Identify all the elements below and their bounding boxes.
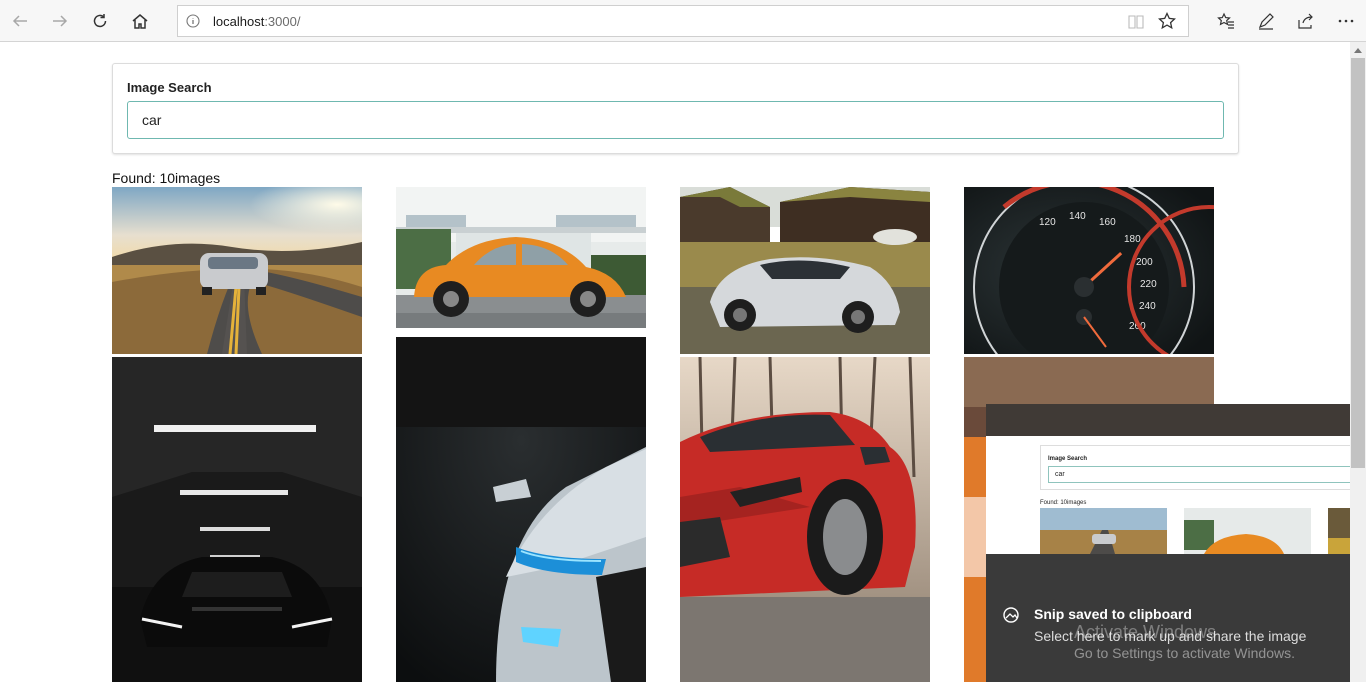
chevron-up-icon: [1354, 48, 1362, 53]
svg-text:180: 180: [1124, 234, 1141, 245]
snip-preview[interactable]: Image Search car Found: 10images: [986, 404, 1350, 554]
snip-title: Snip saved to clipboard: [1034, 606, 1192, 622]
notes-button[interactable]: [1256, 11, 1276, 31]
search-label: Image Search: [127, 80, 212, 95]
mini-image-beetle: [1184, 508, 1311, 554]
dark-garage-car-photo: [112, 357, 362, 682]
refresh-button[interactable]: [88, 9, 112, 33]
snip-preview-page: Image Search car Found: 10images: [986, 436, 1350, 554]
mini-results-count: Found: 10images: [1040, 500, 1087, 506]
mini-search-input: car: [1048, 466, 1350, 483]
svg-text:120: 120: [1039, 217, 1056, 228]
search-input[interactable]: [127, 101, 1224, 139]
pen-icon: [1258, 13, 1274, 30]
image-white-sports-car[interactable]: [680, 187, 930, 354]
favorites-button[interactable]: [1216, 11, 1236, 31]
snip-sketch-icon: [1003, 607, 1019, 623]
refresh-icon: [93, 14, 107, 28]
white-audi-headlight-photo: [396, 337, 646, 682]
scrollbar-thumb[interactable]: [1351, 58, 1365, 468]
url-host: localhost: [213, 14, 265, 29]
favorites-list-icon: [1217, 12, 1234, 29]
svg-text:220: 220: [1140, 279, 1157, 290]
road-car-sunset-photo: [112, 187, 362, 354]
image-white-audi-headlight[interactable]: [396, 337, 646, 682]
favorite-star-icon[interactable]: [1158, 12, 1176, 30]
image-red-hatchback[interactable]: [680, 357, 930, 682]
share-icon: [1298, 13, 1313, 29]
address-bar[interactable]: localhost:3000/: [177, 5, 1189, 37]
more-dots-icon: [1338, 19, 1354, 23]
image-speedometer[interactable]: 120 140 160 180 200 220 240 260: [964, 187, 1214, 354]
red-hatchback-photo: [680, 357, 930, 682]
orange-beetle-photo: [396, 187, 646, 328]
results-count: Found: 10images: [112, 170, 221, 186]
image-dark-garage-car[interactable]: [112, 357, 362, 682]
image-road-car-sunset[interactable]: [112, 187, 362, 354]
forward-arrow-icon: [53, 15, 68, 27]
activate-windows-title: Activate Windows: [1074, 622, 1217, 642]
scroll-up-arrow[interactable]: [1350, 42, 1366, 58]
svg-text:140: 140: [1069, 211, 1086, 222]
browser-toolbar: localhost:3000/: [0, 0, 1366, 42]
svg-text:200: 200: [1136, 257, 1153, 268]
home-icon: [132, 14, 148, 29]
mini-search-label: Image Search: [1048, 456, 1088, 462]
image-orange-beetle[interactable]: [396, 187, 646, 328]
share-button[interactable]: [1296, 11, 1316, 31]
home-button[interactable]: [128, 9, 152, 33]
white-sports-car-photo: [680, 187, 930, 354]
svg-text:240: 240: [1139, 301, 1156, 312]
forward-button[interactable]: [48, 9, 72, 33]
reading-view-icon[interactable]: [1128, 14, 1144, 30]
url-rest: :3000/: [264, 14, 301, 29]
mini-image-road: [1040, 508, 1167, 554]
url-text[interactable]: localhost:3000/: [213, 14, 300, 29]
more-button[interactable]: [1336, 11, 1356, 31]
activate-windows-subtitle: Go to Settings to activate Windows.: [1074, 645, 1295, 661]
info-icon[interactable]: [186, 14, 200, 28]
speedometer-photo: 120140160 180200220 240260: [964, 187, 1214, 354]
mini-search-card: Image Search car: [1040, 445, 1350, 490]
back-arrow-icon: [12, 15, 27, 27]
back-button[interactable]: [8, 9, 32, 33]
search-card: Image Search: [112, 63, 1239, 154]
svg-text:160: 160: [1099, 217, 1116, 228]
mini-image-partial: [1328, 508, 1350, 554]
